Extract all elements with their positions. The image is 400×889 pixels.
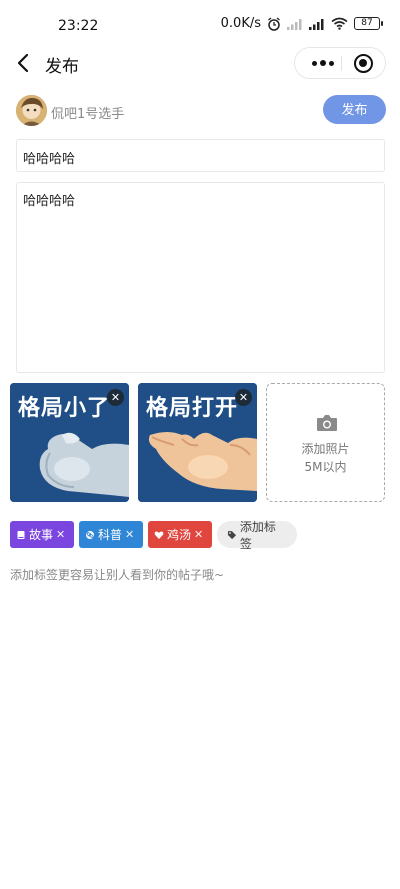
remove-tag-icon[interactable]: ✕ xyxy=(125,528,134,541)
signal-icon xyxy=(287,18,302,30)
back-arrow-icon[interactable] xyxy=(14,52,34,74)
close-icon[interactable]: ✕ xyxy=(235,389,252,406)
add-photo-hint: 5M以内 xyxy=(304,460,347,474)
photo-thumbnail[interactable]: 格局小了 ✕ xyxy=(10,383,129,502)
remove-tag-icon[interactable]: ✕ xyxy=(56,528,65,541)
photo-caption: 格局小了 xyxy=(18,396,111,421)
author-row: 侃吧1号选手 发布 xyxy=(14,94,386,128)
add-tag-button[interactable]: 添加标签 xyxy=(217,520,297,551)
close-icon[interactable]: ✕ xyxy=(107,389,124,406)
photo-thumbnail[interactable]: 格局打开 ✕ xyxy=(138,383,257,502)
mini-program-capsule xyxy=(294,47,386,79)
camera-icon xyxy=(317,415,337,431)
status-icons: 0.0K/s 87 xyxy=(220,16,383,31)
photo-caption: 格局打开 xyxy=(146,396,239,421)
add-tag-label: 添加标签 xyxy=(239,519,276,551)
tag-label: 科普 xyxy=(98,528,123,542)
status-bar: 23:22 0.0K/s 87 xyxy=(0,0,400,44)
nav-bar: 发布 xyxy=(0,44,400,84)
avatar-image xyxy=(16,95,47,126)
tag-icon xyxy=(227,530,237,539)
book-icon xyxy=(17,530,25,539)
avatar xyxy=(16,95,47,126)
tag-soup[interactable]: 鸡汤 ✕ xyxy=(148,521,212,548)
tag-label: 故事 xyxy=(29,528,54,542)
heart-icon xyxy=(154,531,164,539)
more-icon[interactable] xyxy=(309,48,337,78)
publish-button[interactable]: 发布 xyxy=(323,95,386,124)
author-name: 侃吧1号选手 xyxy=(51,107,125,122)
tag-science[interactable]: 科普 ✕ xyxy=(79,521,143,548)
add-photo-button[interactable]: 添加照片 5M以内 xyxy=(266,383,385,502)
hd-signal-icon xyxy=(309,19,324,30)
add-photo-label: 添加照片 xyxy=(301,442,350,456)
tag-story[interactable]: 故事 ✕ xyxy=(10,521,74,548)
net-speed: 0.0K/s xyxy=(220,16,261,31)
tag-hint: 添加标签更容易让别人看到你的帖子哦~ xyxy=(10,568,225,582)
tag-list: 故事 ✕ 科普 ✕ 鸡汤 ✕ 添加标签 xyxy=(10,520,297,551)
status-time: 23:22 xyxy=(58,18,99,34)
atom-icon xyxy=(86,530,94,539)
title-input[interactable]: 哈哈哈哈 xyxy=(16,139,385,172)
remove-tag-icon[interactable]: ✕ xyxy=(194,528,203,541)
alarm-icon xyxy=(268,16,280,31)
tag-label: 鸡汤 xyxy=(167,528,192,542)
page-title: 发布 xyxy=(45,57,79,77)
battery-icon: 87 xyxy=(354,17,383,30)
capsule-divider xyxy=(341,56,342,71)
content-textarea[interactable]: 哈哈哈哈 xyxy=(16,182,385,373)
wifi-icon xyxy=(331,17,348,30)
close-program-icon[interactable] xyxy=(354,54,373,73)
